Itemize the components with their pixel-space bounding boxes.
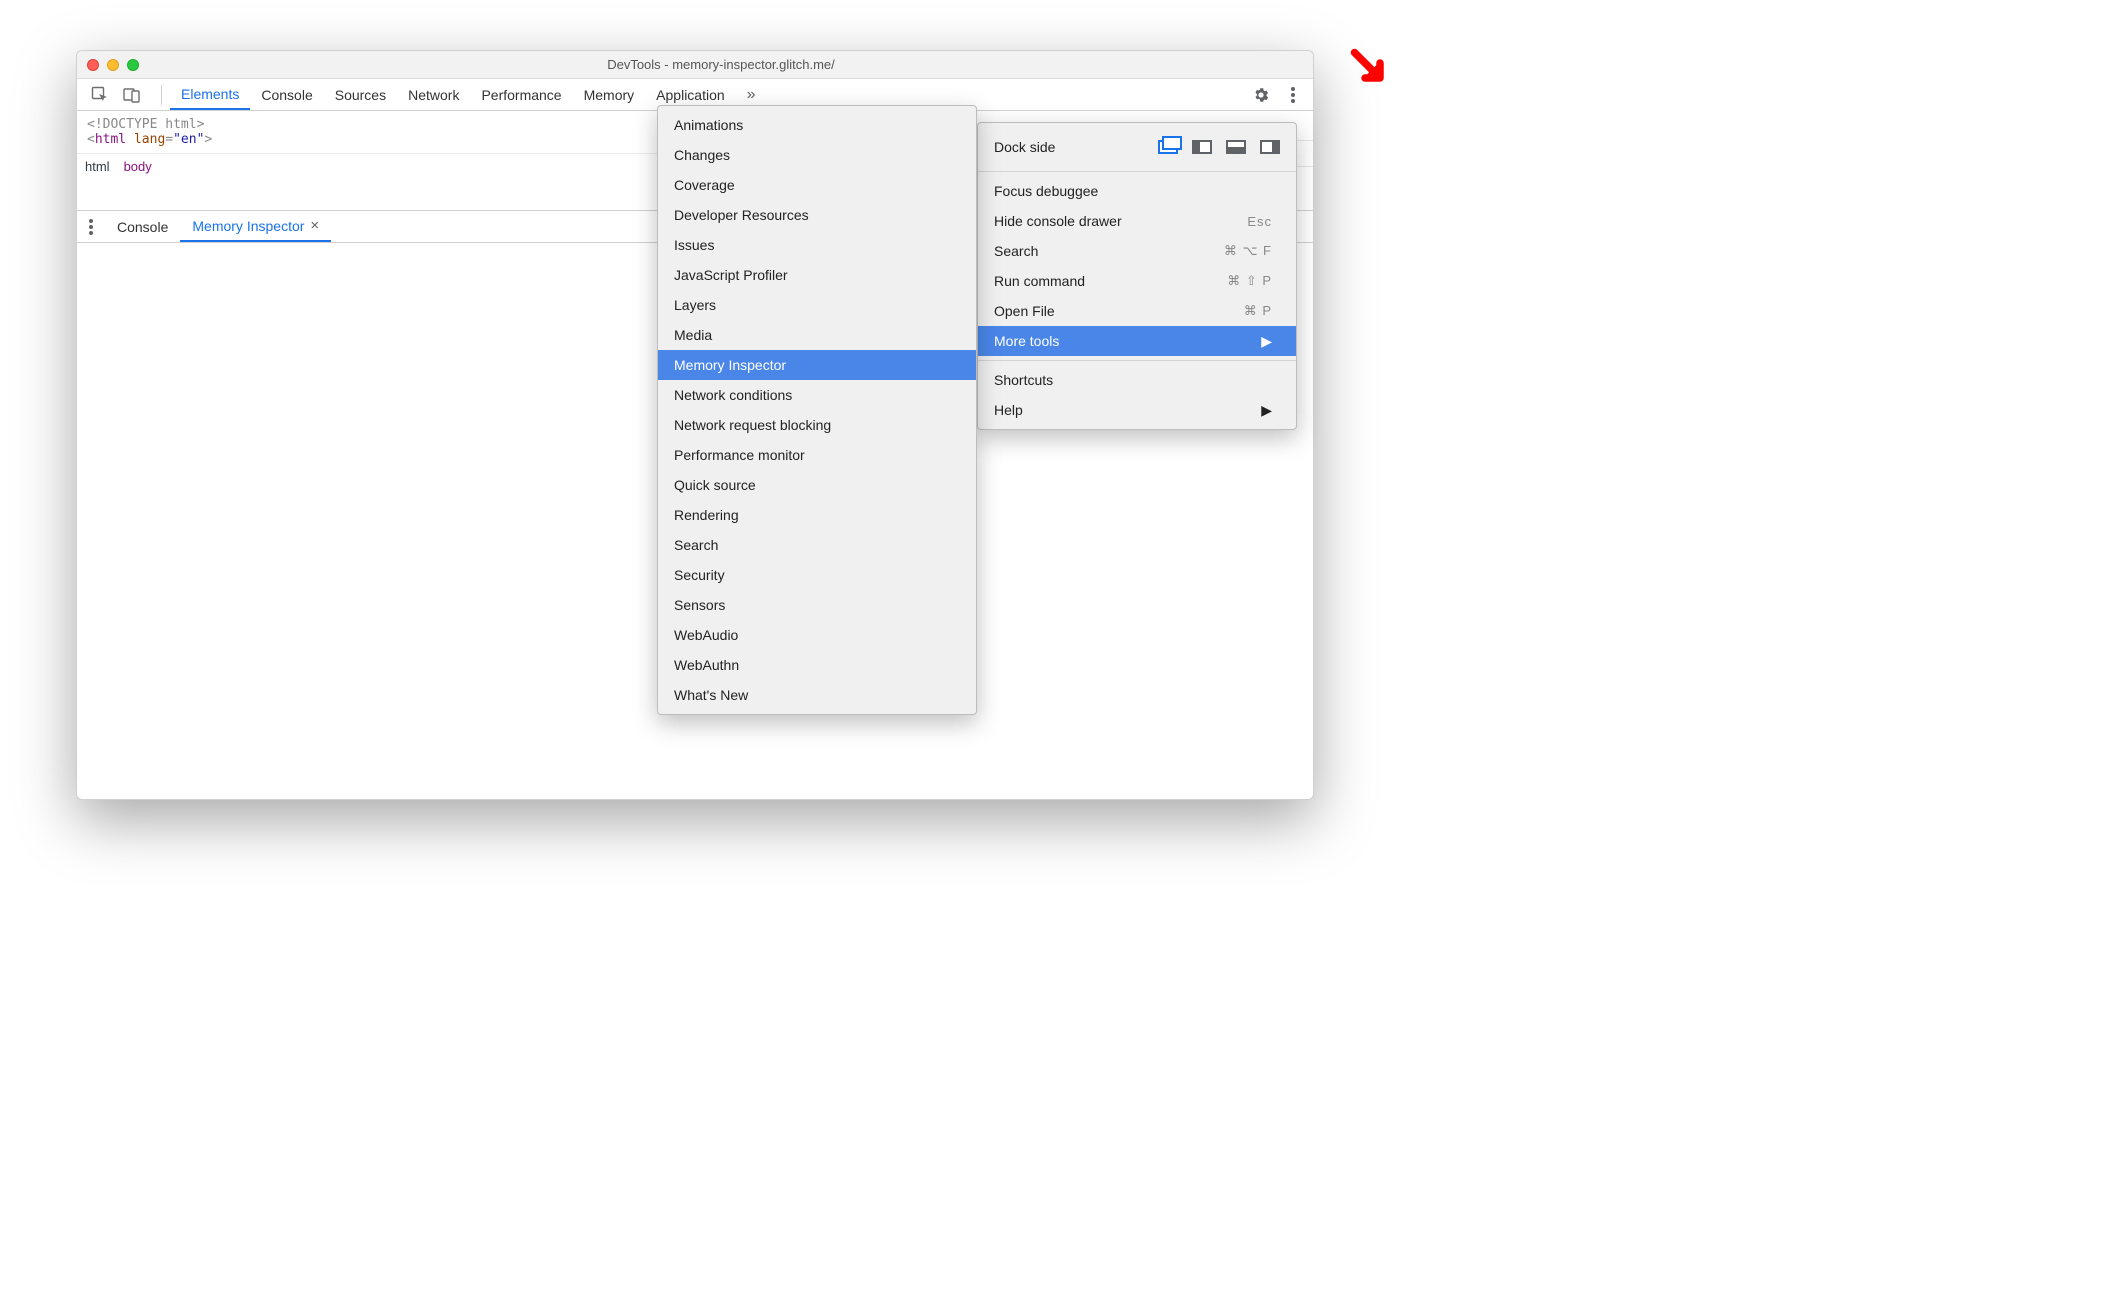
- menu-item-label: Open File: [994, 303, 1055, 319]
- menu-item-label: Hide console drawer: [994, 213, 1122, 229]
- tools-item-memory-inspector[interactable]: Memory Inspector: [658, 350, 976, 380]
- tools-item-coverage[interactable]: Coverage: [658, 170, 976, 200]
- dom-tree-pane[interactable]: <!DOCTYPE html> <html lang="en"> html bo…: [77, 111, 705, 211]
- main-menu: Dock side Focus debuggee Hide console dra…: [977, 122, 1297, 430]
- drawer-tab-memory-inspector[interactable]: Memory Inspector ×: [180, 211, 331, 242]
- panel-tabs: ElementsConsoleSourcesNetworkPerformance…: [170, 79, 736, 110]
- menu-item-label: Focus debuggee: [994, 183, 1098, 199]
- dock-undock-icon[interactable]: [1158, 140, 1178, 154]
- tools-item-performance-monitor[interactable]: Performance monitor: [658, 440, 976, 470]
- titlebar: DevTools - memory-inspector.glitch.me/: [77, 51, 1313, 79]
- menu-shortcut: Esc: [1247, 214, 1272, 229]
- menu-item-label: Search: [994, 243, 1038, 259]
- dock-side-label: Dock side: [994, 139, 1144, 155]
- settings-gear-icon[interactable]: [1251, 85, 1271, 105]
- panel-tab-performance[interactable]: Performance: [470, 79, 572, 110]
- panel-tab-network[interactable]: Network: [397, 79, 470, 110]
- menu-item-search[interactable]: Search ⌘ ⌥ F: [978, 236, 1296, 266]
- dock-side-options: [1158, 140, 1280, 154]
- menu-shortcut: ⌘ ⇧ P: [1227, 273, 1272, 289]
- dock-side-row: Dock side: [978, 127, 1296, 167]
- tools-item-javascript-profiler[interactable]: JavaScript Profiler: [658, 260, 976, 290]
- tools-item-webaudio[interactable]: WebAudio: [658, 620, 976, 650]
- minimize-window-icon[interactable]: [107, 59, 119, 71]
- annotation-arrow-icon: [1350, 48, 1386, 84]
- menu-shortcut: ⌘ ⌥ F: [1224, 243, 1272, 259]
- tools-item-network-request-blocking[interactable]: Network request blocking: [658, 410, 976, 440]
- menu-separator: [978, 360, 1296, 361]
- menu-item-label: Shortcuts: [994, 372, 1053, 388]
- drawer-more-icon[interactable]: [77, 219, 105, 235]
- submenu-arrow-icon: ▶: [1261, 333, 1272, 350]
- dom-line: <html lang="en">: [87, 132, 695, 147]
- dom-line: <!DOCTYPE html>: [87, 117, 695, 132]
- tabs-overflow-icon[interactable]: »: [736, 86, 767, 104]
- tools-item-quick-source[interactable]: Quick source: [658, 470, 976, 500]
- tools-item-changes[interactable]: Changes: [658, 140, 976, 170]
- zoom-window-icon[interactable]: [127, 59, 139, 71]
- tools-item-issues[interactable]: Issues: [658, 230, 976, 260]
- toolbar-separator: [161, 85, 162, 105]
- breadcrumb: html body: [77, 153, 705, 179]
- breadcrumb-item[interactable]: body: [124, 159, 152, 174]
- menu-item-run-command[interactable]: Run command ⌘ ⇧ P: [978, 266, 1296, 296]
- tools-item-what-s-new[interactable]: What's New: [658, 680, 976, 710]
- drawer-tab-label: Memory Inspector: [192, 218, 304, 234]
- menu-item-label: More tools: [994, 333, 1059, 349]
- dock-bottom-icon[interactable]: [1226, 140, 1246, 154]
- tools-item-developer-resources[interactable]: Developer Resources: [658, 200, 976, 230]
- menu-item-label: Help: [994, 402, 1023, 418]
- close-tab-icon[interactable]: ×: [310, 217, 319, 234]
- tools-item-search[interactable]: Search: [658, 530, 976, 560]
- tools-item-security[interactable]: Security: [658, 560, 976, 590]
- submenu-arrow-icon: ▶: [1261, 402, 1272, 419]
- tools-item-media[interactable]: Media: [658, 320, 976, 350]
- device-toolbar-icon[interactable]: [121, 84, 143, 106]
- tools-item-sensors[interactable]: Sensors: [658, 590, 976, 620]
- inspect-element-icon[interactable]: [89, 84, 111, 106]
- tools-item-layers[interactable]: Layers: [658, 290, 976, 320]
- tools-item-animations[interactable]: Animations: [658, 110, 976, 140]
- menu-item-shortcuts[interactable]: Shortcuts: [978, 365, 1296, 395]
- more-menu-icon[interactable]: [1283, 85, 1303, 105]
- close-window-icon[interactable]: [87, 59, 99, 71]
- menu-separator: [978, 171, 1296, 172]
- tools-item-rendering[interactable]: Rendering: [658, 500, 976, 530]
- menu-item-focus-debuggee[interactable]: Focus debuggee: [978, 176, 1296, 206]
- more-tools-menu: AnimationsChangesCoverageDeveloper Resou…: [657, 105, 977, 715]
- tools-item-webauthn[interactable]: WebAuthn: [658, 650, 976, 680]
- tools-item-network-conditions[interactable]: Network conditions: [658, 380, 976, 410]
- dock-right-icon[interactable]: [1260, 140, 1280, 154]
- panel-tab-sources[interactable]: Sources: [324, 79, 397, 110]
- breadcrumb-item[interactable]: html: [85, 159, 110, 174]
- traffic-lights: [87, 59, 139, 71]
- panel-tab-elements[interactable]: Elements: [170, 79, 250, 110]
- menu-item-hide-console-drawer[interactable]: Hide console drawer Esc: [978, 206, 1296, 236]
- panel-tab-memory[interactable]: Memory: [573, 79, 646, 110]
- menu-item-more-tools[interactable]: More tools ▶: [978, 326, 1296, 356]
- menu-shortcut: ⌘ P: [1244, 303, 1272, 319]
- dock-left-icon[interactable]: [1192, 140, 1212, 154]
- menu-item-help[interactable]: Help ▶: [978, 395, 1296, 425]
- dom-code: <!DOCTYPE html> <html lang="en">: [77, 111, 705, 153]
- window-title: DevTools - memory-inspector.glitch.me/: [139, 57, 1303, 72]
- panel-tab-console[interactable]: Console: [250, 79, 323, 110]
- menu-item-label: Run command: [994, 273, 1085, 289]
- drawer-tab-console[interactable]: Console: [105, 211, 180, 242]
- menu-item-open-file[interactable]: Open File ⌘ P: [978, 296, 1296, 326]
